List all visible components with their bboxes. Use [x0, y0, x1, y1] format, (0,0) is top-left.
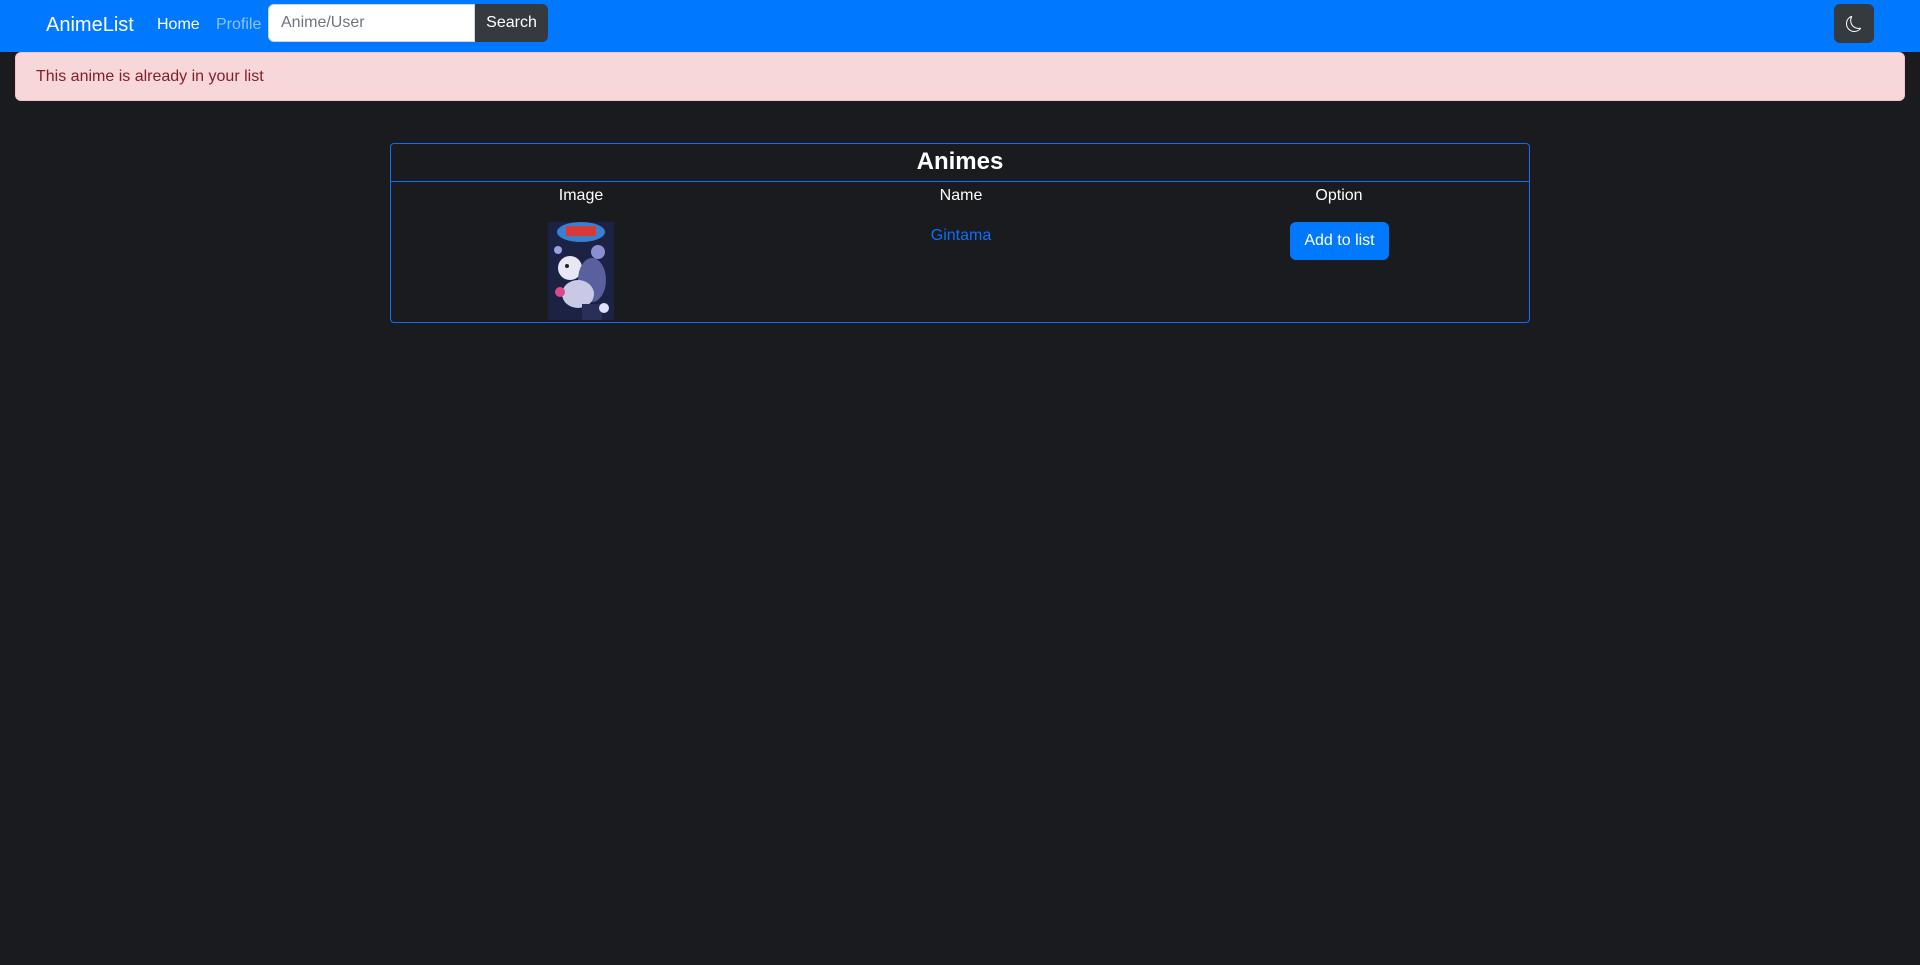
error-alert: This anime is already in your list: [15, 52, 1905, 101]
moon-icon: [1846, 15, 1861, 32]
nav-profile-link[interactable]: Profile: [216, 15, 261, 35]
alert-message: This anime is already in your list: [36, 68, 264, 85]
anime-name-link[interactable]: Gintama: [771, 226, 1151, 246]
top-navbar: AnimeList Home Profile Search: [0, 0, 1920, 52]
nav-home-link[interactable]: Home: [157, 15, 200, 35]
column-header-option: Option: [1315, 187, 1363, 204]
search-input[interactable]: [268, 4, 475, 42]
column-header-name: Name: [939, 187, 983, 204]
anime-poster-image: [548, 222, 614, 320]
animes-table: Animes Image Name Option Gintama Add to …: [390, 143, 1530, 323]
add-to-list-button[interactable]: Add to list: [1290, 222, 1389, 260]
table-title: Animes: [391, 144, 1529, 182]
theme-toggle-button[interactable]: [1834, 4, 1874, 43]
search-button[interactable]: Search: [475, 4, 548, 42]
column-header-image: Image: [558, 187, 604, 204]
poster-art: [548, 222, 614, 320]
brand-link[interactable]: AnimeList: [46, 13, 134, 37]
